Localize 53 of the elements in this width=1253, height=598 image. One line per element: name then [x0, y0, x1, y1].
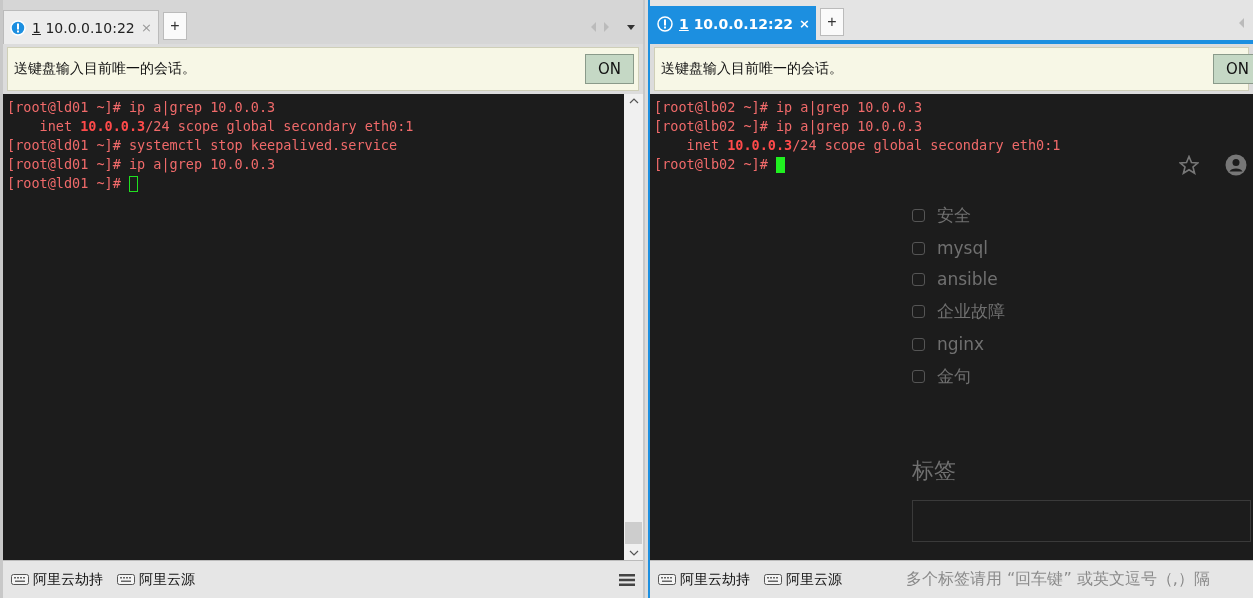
checkbox[interactable] — [912, 337, 925, 351]
alert-icon — [10, 19, 26, 36]
terminal-line: inet 10.0.0.3/24 scope global secondary eth0:1 — [38, 117, 415, 136]
quick-command[interactable]: 阿里云劫持 — [11, 570, 103, 589]
terminal-prompt: [root@lb02 ~]# — [654, 155, 769, 174]
account-icon — [1225, 154, 1247, 176]
terminal-line: [root@ld01 ~]# ip a|grep 10.0.0.3 — [7, 98, 277, 117]
tag-input-field[interactable] — [912, 500, 1251, 542]
scroll-right-icon[interactable] — [603, 22, 609, 32]
star-icon — [1179, 155, 1199, 175]
session-tab[interactable]: 1 10.0.0.10:22 × — [3, 10, 159, 44]
quick-command[interactable]: 阿里云源 — [117, 570, 195, 589]
terminal-line: [root@lb02 ~]# ip a|grep 10.0.0.3 — [654, 117, 924, 136]
terminal-prompt: [root@ld01 ~]# — [7, 174, 122, 193]
notice-text: 送键盘输入目前唯一的会话。 — [661, 60, 843, 78]
scroll-left-icon[interactable] — [591, 22, 597, 32]
keyboard-icon — [11, 574, 29, 585]
on-button[interactable]: ON — [1212, 54, 1253, 84]
terminal-line: [root@lb02 ~]# ip a|grep 10.0.0.3 — [654, 98, 924, 117]
checkbox[interactable] — [912, 209, 925, 222]
checkbox-label: 金句 — [937, 365, 971, 388]
keyboard-icon — [658, 574, 676, 585]
tab-label: 1 10.0.0.10:22 — [32, 19, 135, 36]
hint-text: 多个标签请用 “回车键” 或英文逗号（,）隔 — [906, 569, 1210, 590]
alert-icon — [657, 15, 673, 32]
keyboard-icon — [764, 574, 782, 585]
checkbox-label: 安全 — [937, 204, 971, 227]
checkbox-label: ansible — [937, 269, 998, 289]
checkbox[interactable] — [912, 241, 925, 255]
checkbox[interactable] — [912, 305, 925, 318]
quick-command[interactable]: 阿里云源 — [764, 570, 842, 589]
terminal-line: inet 10.0.0.3/24 scope global secondary eth0:1 — [685, 136, 1062, 155]
keyboard-icon — [117, 574, 135, 585]
on-button[interactable]: ON — [584, 54, 634, 84]
checkbox[interactable] — [912, 370, 925, 383]
menu-icon[interactable] — [619, 572, 635, 587]
checkbox-label: 企业故障 — [937, 300, 1005, 323]
tab-label: 1 10.0.0.12:22 — [679, 15, 794, 32]
new-tab-button[interactable]: + — [163, 12, 187, 40]
checkbox-label: nginx — [937, 334, 985, 354]
dropdown-icon[interactable] — [627, 24, 635, 30]
section-heading: 标签 — [912, 457, 956, 485]
new-tab-button[interactable]: + — [820, 8, 844, 36]
scroll-up-icon[interactable] — [628, 98, 639, 104]
checkbox-label: mysql — [937, 238, 988, 258]
terminal-line: [root@ld01 ~]# ip a|grep 10.0.0.3 — [7, 155, 277, 174]
scroll-left-icon[interactable] — [1239, 18, 1245, 28]
scroll-down-icon[interactable] — [628, 550, 639, 556]
checkbox[interactable] — [912, 272, 925, 286]
notice-text: 送键盘输入目前唯一的会话。 — [14, 60, 196, 78]
scrollbar-thumb[interactable] — [625, 522, 642, 544]
terminal-line: [root@ld01 ~]# systemctl stop keepalived.service — [7, 136, 399, 155]
quick-command[interactable]: 阿里云劫持 — [658, 570, 750, 589]
